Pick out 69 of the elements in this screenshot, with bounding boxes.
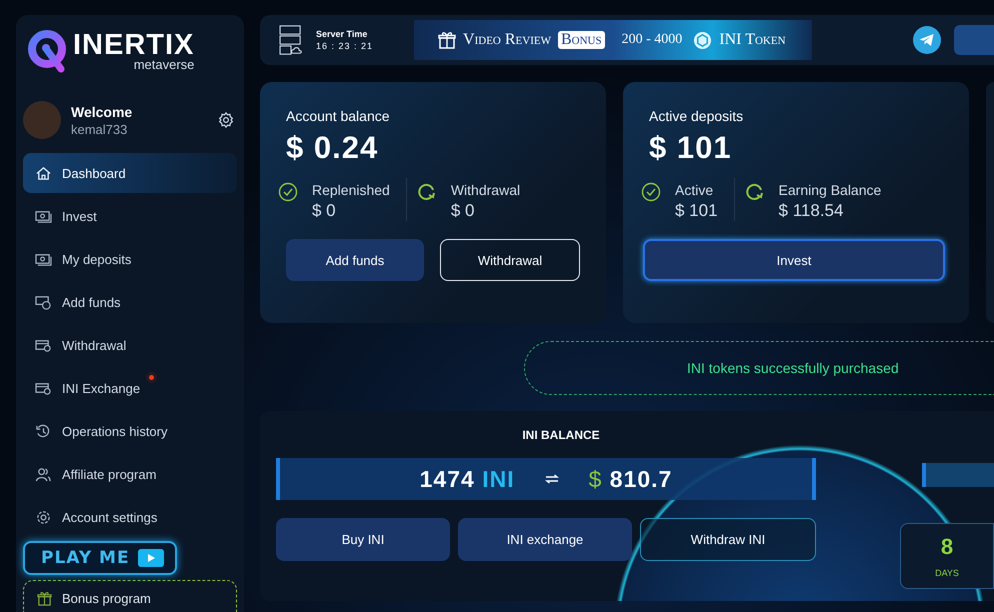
gift-icon bbox=[438, 31, 456, 49]
timer-value: 8 bbox=[940, 534, 954, 560]
bonus-program-item[interactable]: Bonus program bbox=[23, 580, 237, 612]
money-icon bbox=[35, 294, 52, 310]
sidebar-item[interactable]: Operations history bbox=[23, 411, 237, 451]
promo-title: Video Review bbox=[463, 31, 551, 49]
sidebar-item[interactable]: Add funds bbox=[23, 282, 237, 322]
usd-amount: $ 810.7 bbox=[588, 466, 672, 492]
timer-unit: DAYS bbox=[935, 568, 959, 578]
stat-label: Withdrawal bbox=[450, 182, 520, 198]
server-icon bbox=[279, 24, 303, 56]
refresh-icon bbox=[744, 182, 765, 202]
stat-value: $ 118.54 bbox=[778, 201, 844, 221]
sidebar-item[interactable]: Withdrawal bbox=[23, 325, 237, 365]
ini-amount: 1474 INI bbox=[420, 466, 515, 492]
settings-icon bbox=[35, 510, 52, 524]
settings-icon[interactable] bbox=[217, 111, 235, 129]
card-icon bbox=[35, 380, 52, 396]
stat-label: Active bbox=[675, 182, 714, 198]
exchange-icon bbox=[544, 474, 559, 484]
token-name: INI Token bbox=[719, 31, 786, 49]
card-title: Account balance bbox=[286, 108, 391, 124]
card-amount: $ 0.24 bbox=[286, 130, 380, 166]
logo-name: INERTIX bbox=[73, 31, 194, 60]
sidebar-item[interactable]: INI Exchange bbox=[23, 368, 237, 408]
promo-range: 200 - 4000 bbox=[622, 32, 682, 48]
promo-banner[interactable]: Video Review Bonus 200 - 4000 INI Token bbox=[414, 20, 812, 60]
action-button[interactable]: INI exchange bbox=[458, 518, 632, 561]
token-icon bbox=[693, 30, 712, 50]
welcome-text: Welcome bbox=[71, 104, 134, 120]
sidebar-item[interactable]: Dashboard bbox=[23, 153, 237, 193]
avatar bbox=[23, 101, 61, 139]
users-icon bbox=[35, 466, 52, 482]
stat-label: Earning Balance bbox=[778, 182, 882, 198]
banknote-icon bbox=[35, 208, 52, 224]
action-button[interactable]: Invest bbox=[643, 239, 945, 281]
play-me-button[interactable]: PLAY ME bbox=[23, 541, 177, 575]
stat-value: $ 0 bbox=[450, 201, 476, 221]
logo-tagline: metaverse bbox=[134, 58, 194, 71]
home-icon bbox=[35, 166, 52, 180]
username: kemal733 bbox=[71, 122, 128, 136]
stat-label: Replenished bbox=[312, 182, 390, 198]
sidebar-item[interactable]: My deposits bbox=[23, 239, 237, 279]
toast-message: INI tokens successfully purchased bbox=[687, 360, 899, 376]
server-time-value: 16 : 23 : 21 bbox=[316, 41, 374, 51]
sidebar-item[interactable]: Account settings bbox=[23, 497, 237, 537]
check-circle-icon bbox=[278, 182, 298, 202]
balance-bar bbox=[922, 463, 994, 487]
stat-value: $ 101 bbox=[675, 201, 718, 221]
refresh-icon bbox=[416, 182, 437, 202]
check-circle-icon bbox=[641, 182, 661, 202]
action-button[interactable]: Withdrawal bbox=[440, 239, 580, 281]
action-button[interactable]: Add funds bbox=[286, 239, 424, 281]
card-icon bbox=[35, 338, 52, 352]
sidebar-item[interactable]: Affiliate program bbox=[23, 454, 237, 494]
play-icon bbox=[138, 549, 164, 567]
card-amount: $ 101 bbox=[649, 130, 733, 166]
telegram-icon[interactable] bbox=[913, 26, 941, 54]
card-title: Active deposits bbox=[649, 108, 744, 124]
sidebar-item[interactable]: Invest bbox=[23, 196, 237, 236]
history-icon bbox=[35, 424, 52, 438]
action-button[interactable]: Withdraw INI bbox=[640, 518, 816, 561]
server-time-label: Server Time bbox=[316, 29, 368, 39]
ini-balance-title: INI BALANCE bbox=[522, 428, 600, 442]
stat-value: $ 0 bbox=[312, 201, 337, 221]
gift-icon bbox=[37, 591, 52, 606]
action-button[interactable]: Buy INI bbox=[276, 518, 450, 561]
banknote-icon bbox=[35, 252, 52, 266]
bonus-badge: Bonus bbox=[558, 31, 605, 49]
